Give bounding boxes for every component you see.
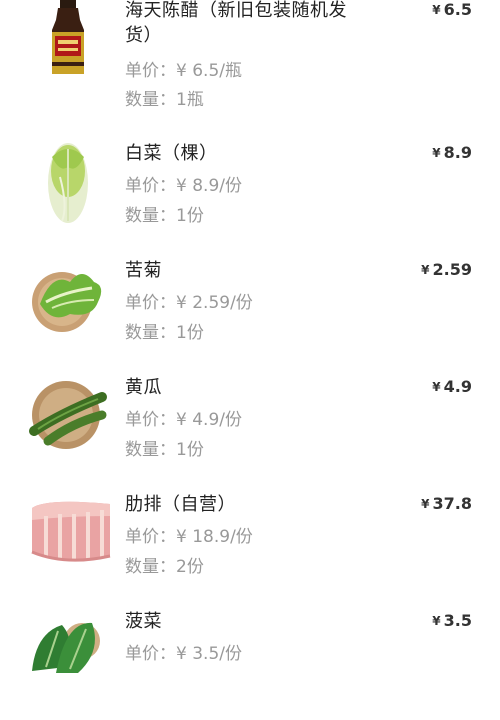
item-total: ¥3.5 [432, 611, 472, 630]
unit-price: 单价：¥ 6.5/瓶 [125, 61, 242, 81]
quantity: 数量：1份 [125, 206, 204, 226]
quantity: 数量：1瓶 [125, 90, 204, 110]
quantity: 数量：2份 [125, 557, 204, 577]
list-item[interactable]: 白菜（棵） 单价：¥ 8.9/份 数量：1份 ¥8.9 [0, 135, 500, 252]
list-item[interactable]: 菠菜 单价：¥ 3.5/份 ¥3.5 [0, 603, 500, 720]
item-total-value: 3.5 [443, 611, 472, 630]
pork-ribs-icon[interactable] [26, 486, 118, 578]
spinach-icon[interactable] [22, 611, 114, 703]
currency-symbol: ¥ [432, 3, 441, 17]
quantity: 数量：1份 [125, 323, 204, 343]
item-name: 白菜（棵） [125, 143, 218, 164]
cucumber-icon[interactable] [22, 369, 114, 461]
item-total-value: 2.59 [432, 260, 472, 279]
item-name: 菠菜 [125, 611, 162, 632]
item-name: 黄瓜 [125, 377, 162, 398]
item-total-value: 8.9 [443, 143, 472, 162]
list-item[interactable]: 苦菊 单价：¥ 2.59/份 数量：1份 ¥2.59 [0, 252, 500, 369]
list-item[interactable]: 黄瓜 单价：¥ 4.9/份 数量：1份 ¥4.9 [0, 369, 500, 486]
cabbage-icon[interactable] [22, 137, 114, 229]
item-name: 苦菊 [125, 260, 162, 281]
item-total-value: 37.8 [432, 494, 472, 513]
item-total-value: 6.5 [443, 0, 472, 19]
item-total: ¥8.9 [432, 143, 472, 162]
list-item[interactable]: 海天陈醋（新旧包装随机发货） 单价：¥ 6.5/瓶 数量：1瓶 ¥6.5 [0, 0, 500, 111]
list-item[interactable]: 肋排（自营） 单价：¥ 18.9/份 数量：2份 ¥37.8 [0, 486, 500, 603]
item-total: ¥2.59 [421, 260, 472, 279]
item-total: ¥4.9 [432, 377, 472, 396]
unit-price: 单价：¥ 2.59/份 [125, 293, 253, 313]
item-name: 肋排（自营） [125, 494, 236, 515]
item-total: ¥6.5 [432, 0, 472, 19]
currency-symbol: ¥ [432, 380, 441, 394]
unit-price: 单价：¥ 3.5/份 [125, 644, 242, 664]
currency-symbol: ¥ [432, 614, 441, 628]
item-total: ¥37.8 [421, 494, 472, 513]
unit-price: 单价：¥ 4.9/份 [125, 410, 242, 430]
item-total-value: 4.9 [443, 377, 472, 396]
unit-price: 单价：¥ 8.9/份 [125, 176, 242, 196]
unit-price: 单价：¥ 18.9/份 [125, 527, 253, 547]
item-name: 海天陈醋（新旧包装随机发货） [125, 0, 347, 46]
quantity: 数量：1份 [125, 440, 204, 460]
currency-symbol: ¥ [421, 497, 430, 511]
vinegar-bottle-icon[interactable] [22, 0, 114, 86]
currency-symbol: ¥ [421, 263, 430, 277]
currency-symbol: ¥ [432, 146, 441, 160]
endive-icon[interactable] [22, 252, 114, 344]
